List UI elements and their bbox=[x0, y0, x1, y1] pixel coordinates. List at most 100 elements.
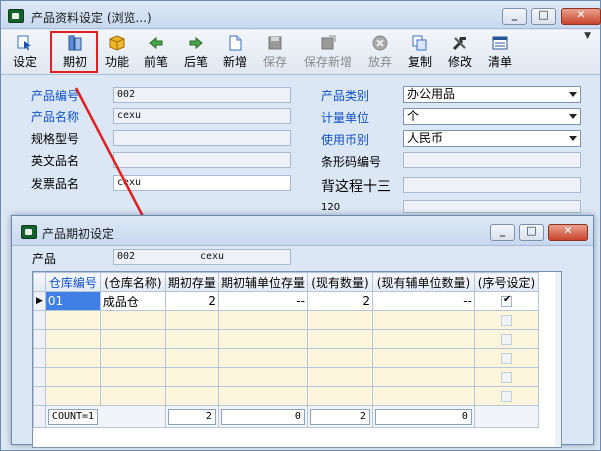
toolbar-button-discard[interactable]: 放弃 bbox=[366, 33, 394, 71]
empty-cell[interactable] bbox=[44, 386, 101, 406]
empty-cell[interactable] bbox=[371, 386, 475, 406]
minimize-button[interactable]: _ bbox=[502, 8, 527, 25]
col-header[interactable]: (现有数量) bbox=[306, 272, 373, 292]
table-row[interactable] bbox=[33, 348, 539, 368]
serial-checkbox[interactable] bbox=[500, 372, 512, 383]
serial-checkbox[interactable] bbox=[500, 294, 512, 307]
product-code-field[interactable]: 002 bbox=[113, 87, 291, 103]
toolbar-label: 保存 bbox=[262, 55, 287, 69]
unit-select[interactable]: 个 bbox=[403, 108, 581, 125]
extra-field[interactable] bbox=[403, 177, 581, 193]
main-title-bar[interactable]: 产品资料设定 (浏览...) _ □ ✕ bbox=[1, 1, 601, 29]
empty-cell[interactable] bbox=[371, 310, 475, 330]
serial-cell[interactable] bbox=[473, 386, 539, 406]
toolbar-button-save-new[interactable]: 保存新增 bbox=[302, 33, 354, 71]
toolbar-label: 设定 bbox=[13, 55, 38, 69]
barcode-field[interactable] bbox=[403, 152, 581, 168]
category-select[interactable]: 办公用品 bbox=[403, 86, 581, 103]
dialog-title-bar[interactable]: 产品期初设定 _ □ ✕ bbox=[12, 216, 593, 246]
save-new-icon bbox=[321, 35, 336, 50]
empty-cell[interactable] bbox=[164, 367, 219, 387]
dialog-maximize-button[interactable]: □ bbox=[519, 224, 544, 241]
empty-cell[interactable] bbox=[306, 329, 373, 349]
empty-cell[interactable] bbox=[44, 310, 101, 330]
col-header[interactable]: (仓库名称) bbox=[99, 272, 166, 292]
opening-qty-cell[interactable]: 2 bbox=[164, 291, 219, 311]
toolbar-button-previous[interactable]: 前笔 bbox=[143, 33, 169, 71]
empty-cell[interactable] bbox=[44, 367, 101, 387]
empty-cell[interactable] bbox=[164, 329, 219, 349]
table-row[interactable]: ▶ 01 成品仓 2 -- 2 -- bbox=[33, 291, 539, 311]
serial-checkbox[interactable] bbox=[500, 315, 512, 326]
serial-cell[interactable] bbox=[473, 310, 539, 330]
count-cell: COUNT=1 bbox=[44, 405, 166, 428]
col-header[interactable]: 期初存量 bbox=[164, 272, 219, 292]
toolbar-button-modify[interactable]: 修改 bbox=[447, 33, 473, 71]
empty-cell[interactable] bbox=[217, 348, 308, 368]
empty-cell[interactable] bbox=[217, 367, 308, 387]
col-header[interactable]: 期初辅单位存量 bbox=[217, 272, 308, 292]
serial-cell[interactable] bbox=[473, 329, 539, 349]
close-button[interactable]: ✕ bbox=[561, 8, 601, 25]
table-row[interactable] bbox=[33, 386, 539, 406]
empty-cell[interactable] bbox=[371, 367, 475, 387]
dialog-close-button[interactable]: ✕ bbox=[548, 224, 588, 241]
empty-cell[interactable] bbox=[99, 310, 166, 330]
empty-cell[interactable] bbox=[306, 367, 373, 387]
empty-cell[interactable] bbox=[217, 329, 308, 349]
toolbar-overflow-icon[interactable]: ▼ bbox=[584, 31, 591, 41]
toolbar-button-setup[interactable]: 设定 bbox=[13, 33, 37, 71]
serial-cell[interactable] bbox=[473, 367, 539, 387]
current-qty-cell[interactable]: 2 bbox=[306, 291, 373, 311]
english-name-field[interactable] bbox=[113, 152, 291, 168]
toolbar-button-copy[interactable]: 复制 bbox=[407, 33, 433, 71]
serial-cell[interactable] bbox=[473, 348, 539, 368]
toolbar-button-next[interactable]: 后笔 bbox=[183, 33, 209, 71]
maximize-button[interactable]: □ bbox=[531, 8, 556, 25]
empty-cell[interactable] bbox=[164, 386, 219, 406]
toolbar-button-new[interactable]: 新增 bbox=[222, 33, 248, 71]
opening-grid[interactable]: 仓库编号 (仓库名称) 期初存量 期初辅单位存量 (现有数量) (现有辅单位数量… bbox=[32, 271, 562, 448]
serial-checkbox[interactable] bbox=[500, 334, 512, 345]
empty-cell[interactable] bbox=[306, 348, 373, 368]
table-row[interactable] bbox=[33, 310, 539, 330]
toolbar-button-function[interactable]: 功能 bbox=[104, 33, 130, 71]
empty-cell[interactable] bbox=[99, 348, 166, 368]
product-name-field[interactable]: cexu bbox=[113, 108, 291, 124]
opening-aux-qty-cell[interactable]: -- bbox=[217, 291, 308, 311]
serial-checkbox[interactable] bbox=[500, 391, 512, 402]
empty-cell[interactable] bbox=[164, 310, 219, 330]
empty-cell[interactable] bbox=[217, 386, 308, 406]
dialog-minimize-button[interactable]: _ bbox=[490, 224, 515, 241]
current-aux-qty-cell[interactable]: -- bbox=[371, 291, 475, 311]
col-header[interactable]: 仓库编号 bbox=[44, 272, 101, 292]
empty-cell[interactable] bbox=[217, 310, 308, 330]
table-row[interactable] bbox=[33, 329, 539, 349]
empty-cell[interactable] bbox=[164, 348, 219, 368]
unit-label: 计量单位 bbox=[321, 111, 370, 125]
col-header[interactable]: (序号设定) bbox=[473, 272, 539, 292]
col-header[interactable]: (现有辅单位数量) bbox=[371, 272, 475, 292]
empty-cell[interactable] bbox=[99, 329, 166, 349]
toolbar-button-list[interactable]: 清单 bbox=[487, 33, 513, 71]
empty-cell[interactable] bbox=[99, 386, 166, 406]
warehouse-code-cell[interactable]: 01 bbox=[44, 291, 101, 311]
vertical-scrollbar[interactable] bbox=[555, 272, 561, 447]
invoice-name-field[interactable]: cexu bbox=[113, 175, 291, 191]
empty-cell[interactable] bbox=[44, 348, 101, 368]
spec-field[interactable] bbox=[113, 130, 291, 146]
cursor-icon bbox=[17, 35, 31, 51]
empty-cell[interactable] bbox=[306, 386, 373, 406]
warehouse-name-cell[interactable]: 成品仓 bbox=[99, 291, 166, 311]
empty-cell[interactable] bbox=[371, 348, 475, 368]
toolbar-button-save[interactable]: 保存 bbox=[262, 33, 288, 71]
empty-cell[interactable] bbox=[371, 329, 475, 349]
currency-select[interactable]: 人民币 bbox=[403, 130, 581, 147]
serial-checkbox[interactable] bbox=[500, 353, 512, 364]
table-row[interactable] bbox=[33, 367, 539, 387]
empty-cell[interactable] bbox=[99, 367, 166, 387]
empty-cell[interactable] bbox=[306, 310, 373, 330]
empty-cell[interactable] bbox=[44, 329, 101, 349]
extra-field-2[interactable] bbox=[403, 200, 581, 213]
serial-cell[interactable] bbox=[473, 291, 539, 311]
